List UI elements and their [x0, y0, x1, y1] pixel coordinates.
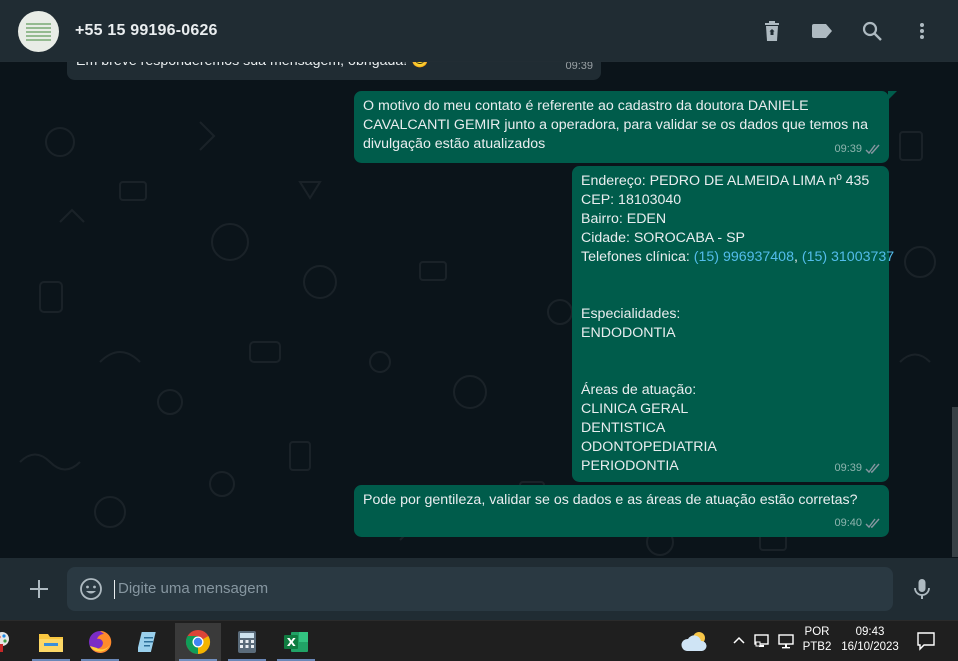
chrome-icon[interactable] [175, 623, 221, 661]
message-time: 09:39 [565, 62, 593, 72]
display-icon[interactable] [777, 632, 795, 655]
message-meta: 09:39 [834, 140, 881, 159]
phones-line: Telefones clínica: (15) 996937408, (15) … [581, 248, 894, 267]
language-code: POR [804, 626, 830, 638]
address-line: Endereço: PEDRO DE ALMEIDA LIMA nº 435 [581, 173, 870, 189]
message-time: 09:39 [834, 143, 862, 155]
phone-link[interactable]: (15) 31003737 [802, 249, 894, 265]
message-incoming[interactable]: Em breve responderemos sua mensagem, obr… [67, 62, 601, 80]
attach-plus-icon[interactable] [27, 577, 51, 601]
label-icon[interactable] [810, 19, 834, 43]
contact-avatar[interactable] [18, 11, 59, 52]
phones-label: Telefones clínica: [581, 249, 694, 265]
chat-scrollbar[interactable] [952, 407, 958, 557]
menu-icon[interactable] [910, 19, 934, 43]
area-item: CLINICA GERAL [581, 401, 689, 417]
notepad-icon[interactable] [126, 623, 172, 661]
file-explorer-icon[interactable] [28, 623, 74, 661]
message-text: Em breve responderemos sua mensagem, obr… [76, 62, 429, 71]
message-line: Pode por gentileza, validar se os dados … [363, 492, 858, 508]
composer-bar: Digite uma mensagem [0, 558, 958, 620]
emoji-icon[interactable] [79, 577, 103, 601]
language-indicator[interactable]: POR PTB2 [800, 625, 834, 655]
paint-icon[interactable] [0, 623, 20, 661]
areas-label: Áreas de atuação: [581, 382, 697, 398]
message-line: O motivo do meu contato é referente ao c… [363, 98, 809, 114]
keyboard-layout: PTB2 [802, 641, 832, 653]
read-receipt-icon [865, 463, 880, 474]
message-meta: 09:40 [834, 514, 881, 533]
network-icon[interactable] [753, 632, 771, 655]
calculator-icon[interactable] [224, 623, 270, 661]
area-item: ODONTOPEDIATRIA [581, 439, 717, 455]
message-time: 09:39 [834, 462, 862, 474]
message-outgoing[interactable]: O motivo do meu contato é referente ao c… [354, 91, 897, 163]
especialidade-value: ENDODONTIA [581, 325, 676, 341]
phone-link[interactable]: (15) 996937408 [694, 249, 794, 265]
microphone-icon[interactable] [910, 577, 934, 601]
windows-taskbar: POR PTB2 09:43 16/10/2023 [0, 620, 958, 661]
message-outgoing[interactable]: Pode por gentileza, validar se os dados … [354, 485, 889, 537]
firefox-icon[interactable] [77, 623, 123, 661]
chevron-up-icon[interactable] [732, 633, 746, 651]
excel-icon[interactable] [273, 623, 319, 661]
message-line: CAVALCANTI GEMIR junto a operadora, para… [363, 117, 868, 133]
especialidades-label: Especialidades: [581, 306, 681, 322]
bairro-line: Bairro: EDEN [581, 211, 667, 227]
chat-header: +55 15 99196-0626 [0, 0, 958, 62]
read-receipt-icon [865, 144, 880, 155]
message-time: 09:40 [834, 517, 862, 529]
message-line: divulgação estão atualizados [363, 136, 546, 152]
conversation-panel[interactable]: Em breve responderemos sua mensagem, obr… [0, 62, 958, 558]
system-clock[interactable]: 09:43 16/10/2023 [838, 625, 902, 655]
cep-line: CEP: 18103040 [581, 192, 682, 208]
read-receipt-icon [865, 518, 880, 529]
message-input-placeholder: Digite uma mensagem [118, 580, 269, 597]
notification-icon[interactable] [916, 631, 936, 656]
message-input[interactable]: Digite uma mensagem [67, 567, 893, 611]
message-meta: 09:39 [834, 459, 881, 478]
weather-icon[interactable] [681, 629, 711, 658]
text-caret [114, 580, 115, 599]
cidade-line: Cidade: SOROCABA - SP [581, 230, 746, 246]
contact-name[interactable]: +55 15 99196-0626 [75, 22, 218, 40]
message-outgoing[interactable]: Endereço: PEDRO DE ALMEIDA LIMA nº 435 C… [572, 166, 894, 482]
clock-time: 09:43 [855, 626, 885, 638]
clock-date: 16/10/2023 [841, 641, 899, 653]
search-icon[interactable] [860, 19, 884, 43]
delete-icon[interactable] [760, 19, 784, 43]
phone-separator: , [793, 249, 802, 265]
area-item: DENTISTICA [581, 420, 666, 436]
